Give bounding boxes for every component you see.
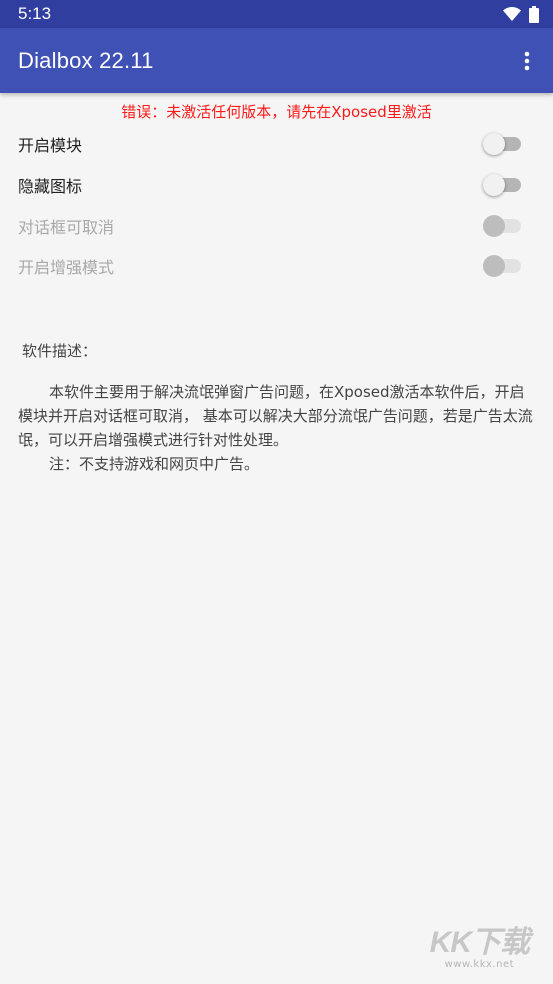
app-bar: Dialbox 22.11 xyxy=(0,28,553,93)
more-vert-icon xyxy=(524,51,530,70)
overflow-menu-button[interactable] xyxy=(515,41,539,81)
app-title: Dialbox 22.11 xyxy=(18,47,154,73)
setting-label: 开启增强模式 xyxy=(18,258,115,277)
activation-error-message: 错误：未激活任何版本，请先在Xposed里激活 xyxy=(121,103,432,121)
description-title: 软件描述： xyxy=(22,342,98,360)
setting-enable-module[interactable]: 开启模块 xyxy=(0,124,553,164)
description-body: 本软件主要用于解决流氓弹窗广告问题，在Xposed激活本软件后，开启模块并开启对… xyxy=(18,383,533,449)
watermark-brand: KK下载 xyxy=(429,926,530,959)
dialog-cancelable-switch xyxy=(483,215,521,237)
setting-enhanced-mode: 开启增强模式 xyxy=(0,246,553,286)
wifi-icon xyxy=(503,7,521,21)
setting-label: 隐藏图标 xyxy=(18,177,83,196)
enable-module-switch[interactable] xyxy=(483,133,521,155)
enhanced-mode-switch xyxy=(483,255,521,277)
hide-icon-switch[interactable] xyxy=(483,174,521,196)
setting-hide-icon[interactable]: 隐藏图标 xyxy=(0,165,553,205)
setting-label: 开启模块 xyxy=(18,136,83,155)
setting-label: 对话框可取消 xyxy=(18,218,115,237)
description-note: 注：不支持游戏和网页中广告。 xyxy=(49,455,260,473)
battery-icon xyxy=(529,5,539,23)
status-bar: 5:13 xyxy=(0,0,553,28)
setting-dialog-cancelable: 对话框可取消 xyxy=(0,206,553,246)
status-icons xyxy=(503,5,539,23)
watermark: KK下载 www.kkx.net xyxy=(429,917,530,970)
status-time: 5:13 xyxy=(18,4,52,23)
